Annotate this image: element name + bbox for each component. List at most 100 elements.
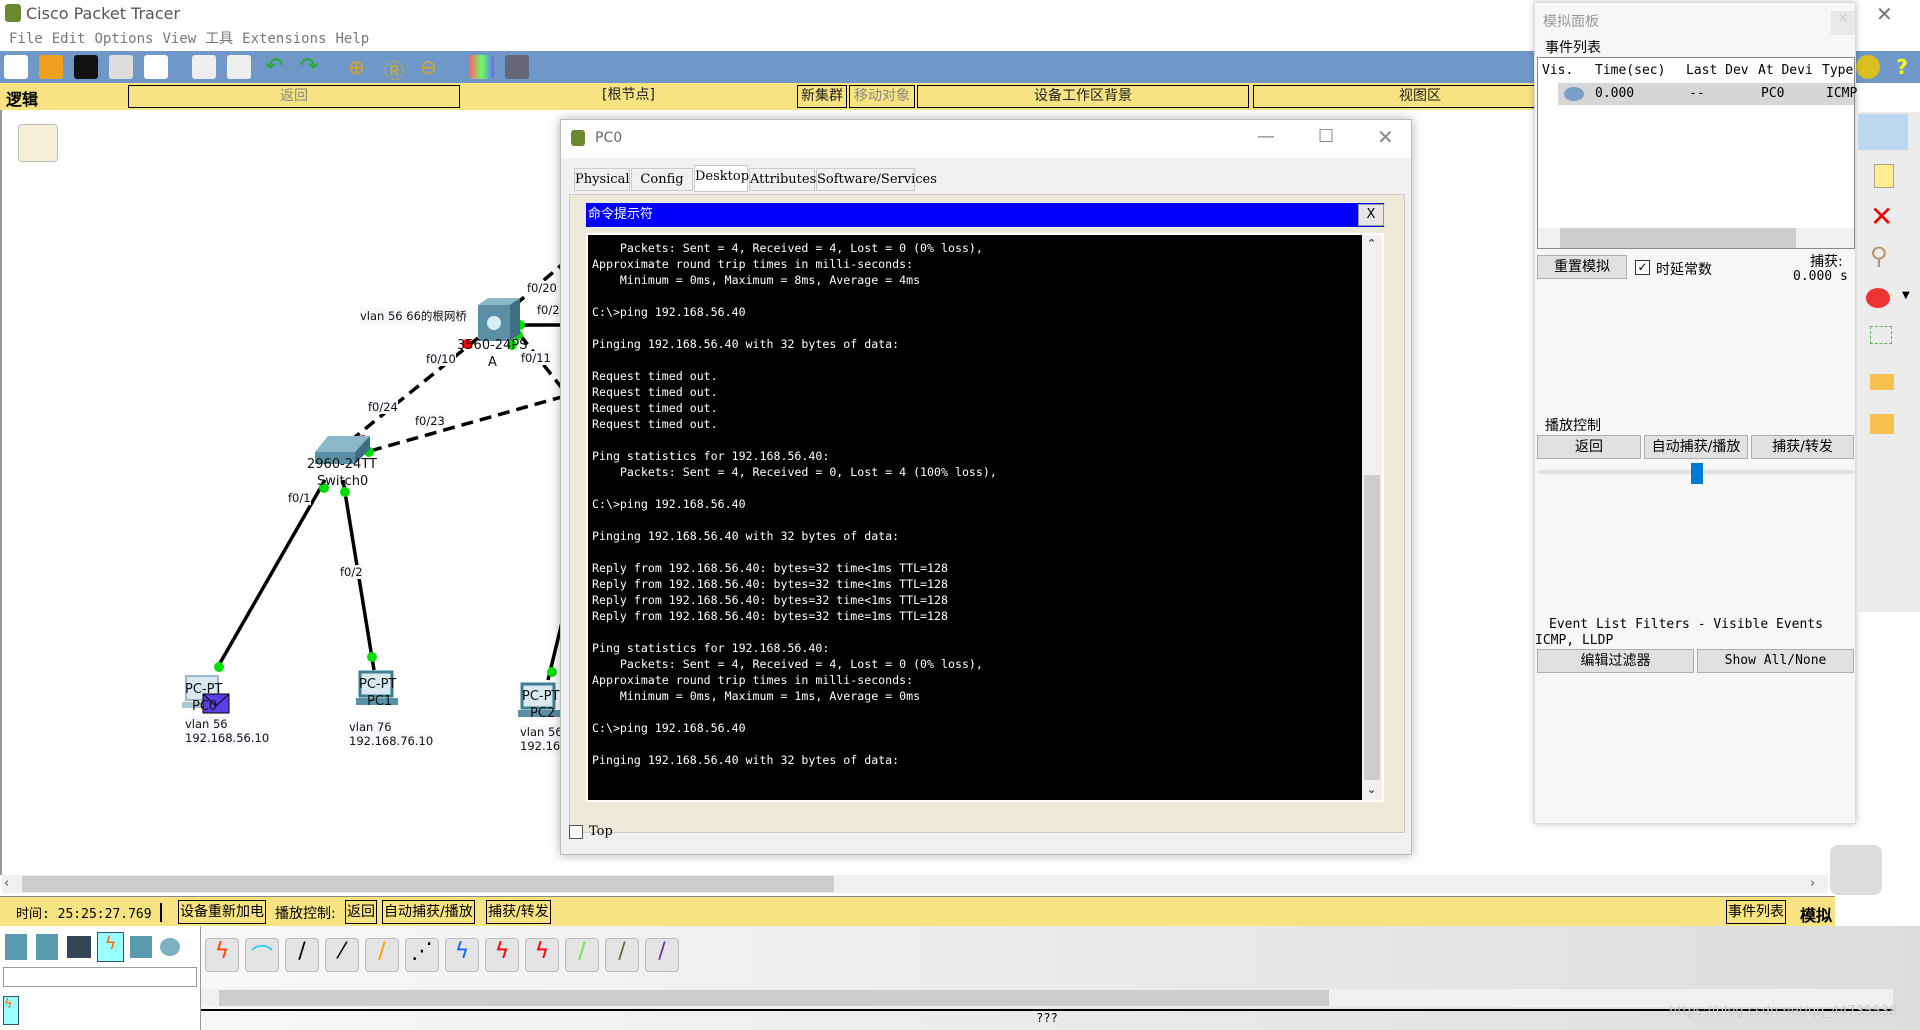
fiber-cable-icon[interactable]: / [365, 938, 399, 972]
maximize-icon[interactable]: ☐ [1318, 126, 1334, 147]
tab-config[interactable]: Config [631, 168, 693, 191]
edit-filters-button[interactable]: 编辑过滤器 [1537, 649, 1694, 673]
tab-attributes[interactable]: Attributes [749, 168, 816, 191]
resize-shape-icon[interactable] [1870, 326, 1892, 344]
cable-scrollbar[interactable] [201, 989, 1893, 1007]
usb-cable-icon[interactable]: / [645, 938, 679, 972]
constant-delay-checkbox[interactable]: ✓ [1635, 260, 1650, 275]
octal-cable-icon[interactable]: / [565, 938, 599, 972]
connections-category-icon[interactable]: ϟ [97, 932, 124, 962]
components-category-icon[interactable] [67, 936, 91, 958]
port-label: f0/24 [368, 400, 398, 414]
iot-cable-icon[interactable]: / [605, 938, 639, 972]
column-time[interactable]: Time(sec) [1595, 58, 1665, 83]
device-ip: 192.168.56.10 [185, 731, 270, 745]
add-simple-pdu-icon[interactable] [1870, 374, 1894, 390]
port-label: f0/23 [415, 414, 445, 428]
device-name: PC2 [530, 706, 556, 721]
event-list-scrollbar[interactable] [1538, 228, 1854, 248]
tab-physical[interactable]: Physical [574, 168, 630, 191]
close-icon[interactable]: ✕ [1377, 125, 1394, 149]
scroll-down-icon[interactable]: ⌄ [1367, 783, 1376, 796]
terminal-output[interactable]: Packets: Sent = 4, Received = 4, Lost = … [588, 235, 1362, 800]
sim-panel-close-button[interactable]: × [1831, 11, 1855, 35]
event-last-device: -- [1689, 86, 1705, 101]
column-type[interactable]: Type [1822, 58, 1854, 83]
scroll-thumb[interactable] [1364, 475, 1380, 780]
port-label: f0/11 [521, 351, 551, 365]
slider-thumb[interactable] [1691, 463, 1703, 484]
tab-desktop[interactable]: Desktop [694, 165, 749, 192]
reset-simulation-button[interactable]: 重置模拟 [1537, 255, 1627, 279]
connection-subtype-icon[interactable]: ϟ [3, 996, 19, 1025]
simulation-mode-label[interactable]: 模拟 [1800, 902, 1832, 926]
playback-controls-label: 播放控制 [1545, 418, 1601, 434]
device-name: PC0 [192, 699, 218, 714]
draw-ellipse-icon[interactable] [1866, 288, 1890, 308]
device-model: 3560-24PS [457, 338, 528, 353]
capture-forward-button[interactable]: 捕获/转发 [1751, 435, 1854, 459]
dropdown-arrow-icon[interactable]: ▼ [1902, 290, 1910, 301]
event-type: ICMP [1826, 86, 1858, 101]
terminal-scrollbar[interactable]: ⌃ ⌄ [1362, 235, 1382, 800]
column-at-device[interactable]: At Devi [1758, 58, 1813, 83]
multiuser-category-icon[interactable] [160, 938, 180, 956]
straight-through-cable-icon[interactable]: / [285, 938, 319, 972]
realtime-simulation-toggle-icon[interactable] [1830, 845, 1882, 895]
play-speed-slider[interactable] [1537, 463, 1855, 484]
switch-a-icon [478, 298, 520, 341]
simulation-panel: 模拟面板 × 事件列表 Vis. Time(sec) Last Dev At D… [1534, 2, 1858, 824]
column-vis[interactable]: Vis. [1542, 58, 1573, 83]
info-icon[interactable] [1856, 55, 1880, 79]
top-checkbox[interactable] [569, 825, 583, 839]
port-led [214, 662, 224, 672]
device-model: PC-PT [185, 682, 223, 697]
scroll-up-icon[interactable]: ⌃ [1367, 237, 1376, 250]
add-complex-pdu-icon[interactable] [1870, 414, 1894, 434]
event-list-button[interactable]: 事件列表 [1726, 900, 1786, 924]
device-search-field[interactable] [3, 967, 197, 987]
inspect-tool-icon[interactable]: ⚲ [1870, 242, 1888, 270]
table-row[interactable]: 0.000 -- PC0 ICMP [1558, 83, 1858, 105]
scroll-thumb[interactable] [22, 876, 834, 892]
tab-software-services[interactable]: Software/Services [816, 168, 937, 191]
close-icon[interactable]: ✕ [1876, 2, 1893, 26]
scroll-right-icon[interactable]: › [1810, 876, 1815, 891]
routers-category-icon[interactable] [5, 934, 27, 960]
note-tool-icon[interactable] [1874, 164, 1894, 188]
serial-dte-cable-icon[interactable]: ϟ [525, 938, 559, 972]
workspace-horizontal-scrollbar[interactable]: ‹ › [2, 875, 1828, 893]
power-cycle-button[interactable]: 设备重新加电 [178, 900, 266, 924]
coaxial-cable-icon[interactable]: ϟ [445, 938, 479, 972]
port-led [367, 652, 377, 662]
end-devices-category-icon[interactable] [36, 934, 58, 960]
scroll-thumb[interactable] [1560, 228, 1796, 248]
phone-cable-icon[interactable]: ⋰ [405, 938, 439, 972]
scroll-left-icon[interactable]: ‹ [4, 876, 9, 891]
show-all-none-button[interactable]: Show All/None [1697, 649, 1854, 673]
scroll-thumb[interactable] [219, 990, 1329, 1006]
status-back-button[interactable]: 返回 [345, 900, 377, 924]
minimize-icon[interactable]: — [1257, 126, 1275, 147]
column-last-device[interactable]: Last Dev [1686, 58, 1749, 83]
misc-category-icon[interactable] [130, 936, 152, 958]
auto-capture-play-button[interactable]: 自动捕获/播放 [1644, 435, 1748, 459]
command-prompt-close-button[interactable]: X [1358, 204, 1384, 226]
eye-icon[interactable] [1564, 87, 1584, 101]
serial-dce-cable-icon[interactable]: ϟ [485, 938, 519, 972]
select-tool-icon[interactable] [1858, 114, 1908, 150]
status-auto-capture-button[interactable]: 自动捕获/播放 [382, 900, 475, 924]
device-name: PC1 [367, 694, 393, 709]
event-filters-value: ICMP, LLDP [1535, 633, 1614, 648]
console-cable-icon[interactable]: ⌒ [245, 938, 279, 972]
device-vlan: vlan 56 [185, 717, 228, 731]
help-icon[interactable]: ? [1890, 55, 1914, 79]
device-vlan: vlan 56 [520, 725, 563, 739]
command-prompt-titlebar: 命令提示符 X [586, 203, 1384, 227]
auto-cable-icon[interactable]: ϟ [205, 938, 239, 972]
back-button[interactable]: 返回 [1537, 435, 1641, 459]
crossover-cable-icon[interactable]: ⁄ [325, 938, 359, 972]
link-switch0-pc0 [214, 479, 327, 671]
delete-tool-icon[interactable]: ✕ [1870, 200, 1893, 233]
status-capture-forward-button[interactable]: 捕获/转发 [486, 900, 551, 924]
